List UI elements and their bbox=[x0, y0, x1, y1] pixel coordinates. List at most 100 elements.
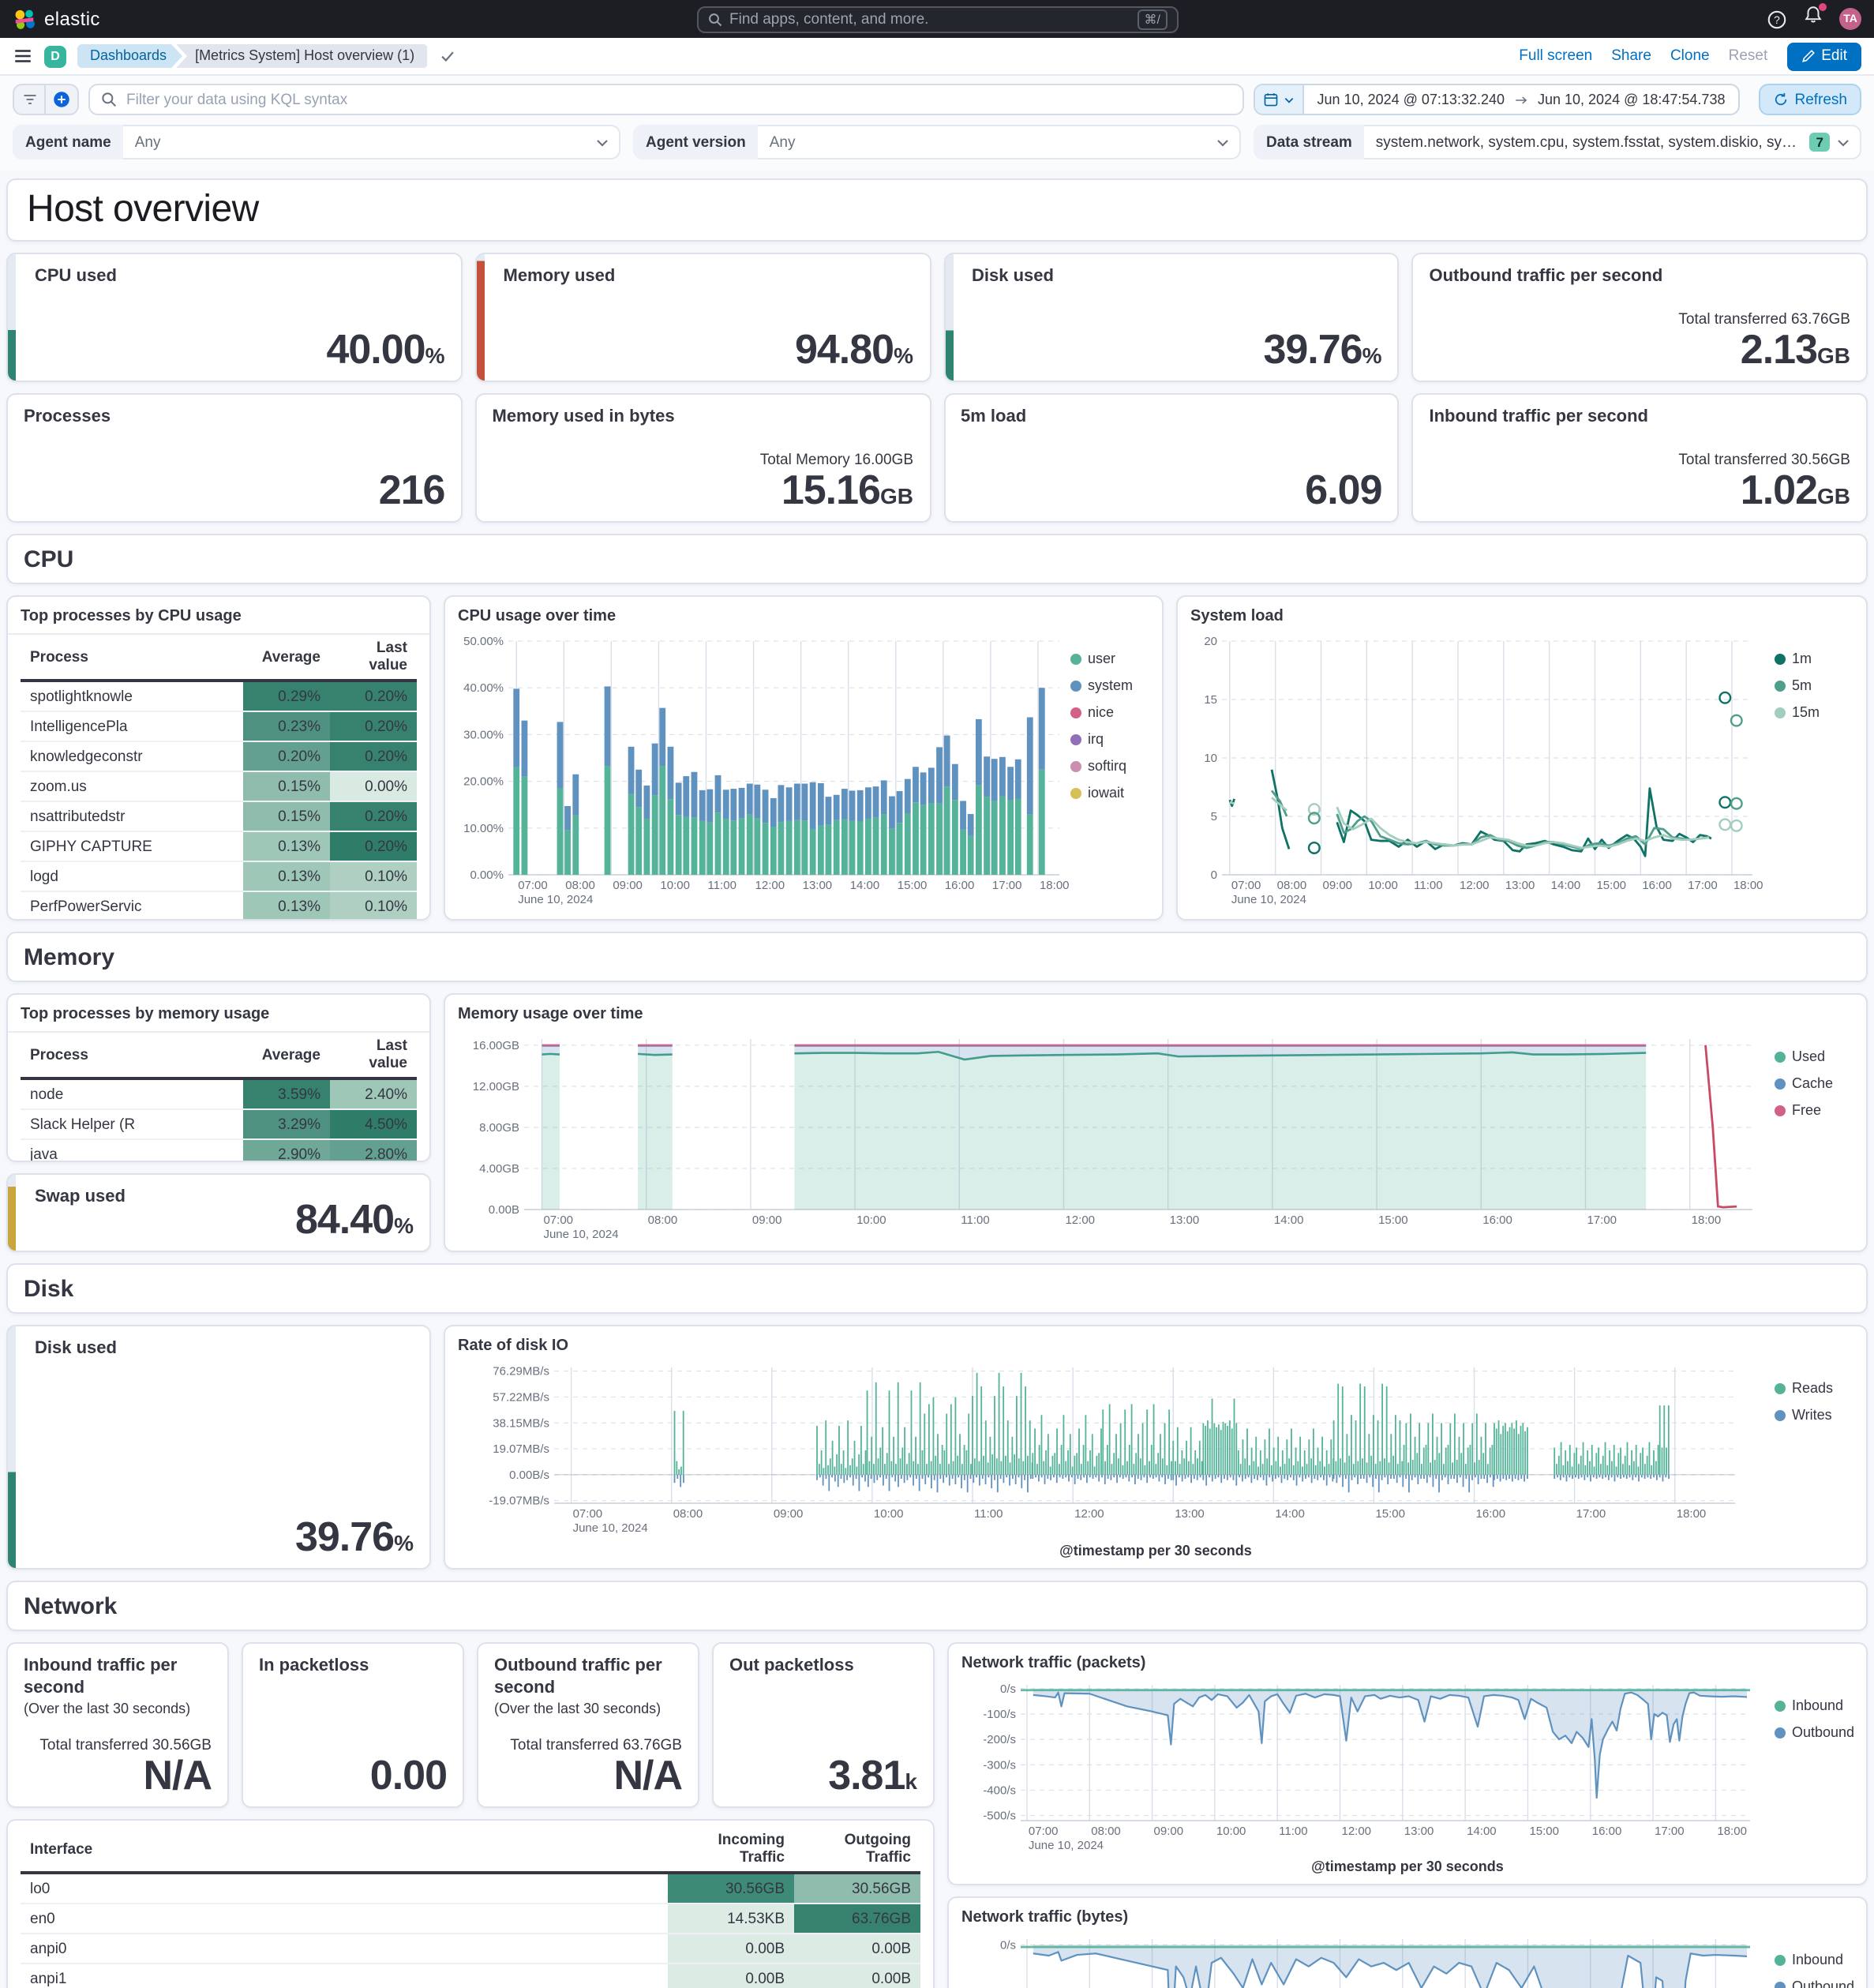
table-row[interactable]: logd 0.13% 0.10% bbox=[21, 861, 417, 892]
date-quick-select-button[interactable] bbox=[1255, 85, 1305, 114]
table-header[interactable]: Process bbox=[21, 1033, 243, 1080]
reset-button[interactable]: Reset bbox=[1729, 47, 1768, 65]
edit-button[interactable]: Edit bbox=[1786, 42, 1861, 70]
table-row[interactable]: knowledgeconstr 0.20% 0.20% bbox=[21, 741, 417, 772]
metric-memory-used[interactable]: Memory used 94.80% bbox=[474, 253, 931, 382]
legend-item[interactable]: iowait bbox=[1070, 785, 1162, 801]
legend-item[interactable]: Inbound bbox=[1775, 1697, 1866, 1713]
legend-item[interactable]: 15m bbox=[1775, 704, 1866, 720]
global-search-input[interactable]: Find apps, content, and more. ⌘/ bbox=[696, 6, 1178, 32]
elastic-brand[interactable]: elastic bbox=[13, 7, 100, 31]
metric-net-inbound[interactable]: Inbound traffic per second (Over the last… bbox=[6, 1642, 229, 1808]
table-header[interactable]: Average bbox=[243, 1033, 330, 1080]
full-screen-button[interactable]: Full screen bbox=[1519, 47, 1592, 65]
help-icon[interactable]: ? bbox=[1767, 9, 1787, 29]
control-data-stream[interactable]: Data stream system.network, system.cpu, … bbox=[1254, 125, 1861, 159]
panel-disk-io-chart[interactable]: Rate of disk IO 07:00 June 10, 2024 08:00 0… bbox=[444, 1325, 1868, 1570]
legend-item[interactable]: Free bbox=[1775, 1102, 1866, 1118]
panel-interfaces-table[interactable]: Interface Incoming Traffic Outgoing Traffi… bbox=[6, 1819, 935, 1988]
chevron-down-icon bbox=[1285, 97, 1294, 103]
date-to[interactable]: Jun 10, 2024 @ 18:47:54.738 bbox=[1538, 92, 1725, 107]
table-header[interactable]: Outgoing Traffic bbox=[794, 1827, 920, 1874]
clone-button[interactable]: Clone bbox=[1670, 47, 1710, 65]
legend-item[interactable]: softirq bbox=[1070, 758, 1162, 774]
table-row[interactable]: zoom.us 0.15% 0.00% bbox=[21, 771, 417, 802]
table-header[interactable]: Incoming Traffic bbox=[668, 1827, 794, 1874]
avg-cell: 0.13% bbox=[243, 831, 330, 862]
metric-memory-bytes[interactable]: Memory used in bytes Total Memory 16.00GB… bbox=[474, 393, 931, 523]
table-row[interactable]: anpi1 0.00B 0.00B bbox=[21, 1964, 920, 1988]
panel-memory-usage-chart[interactable]: Memory usage over time 07:00 June 10, 202… bbox=[444, 993, 1868, 1252]
network-packets-chart[interactable]: 07:00June 10, 202408:00 09:00 10:00 11:00 12… bbox=[949, 1675, 1775, 1859]
dashboard-badge[interactable]: D bbox=[44, 45, 66, 67]
process-name: logd bbox=[21, 861, 243, 892]
metric-swap-used[interactable]: Swap used 84.40% bbox=[6, 1173, 431, 1252]
panel-top-cpu-processes[interactable]: Top processes by CPU usage Process Averag… bbox=[6, 595, 431, 921]
table-row[interactable]: java 2.90% 2.80% bbox=[21, 1139, 417, 1161]
metric-processes[interactable]: Processes 216 bbox=[6, 393, 463, 523]
kql-query-input[interactable]: Filter your data using KQL syntax bbox=[88, 84, 1245, 115]
metric-net-outbound[interactable]: Outbound traffic per second (Over the las… bbox=[477, 1642, 699, 1808]
table-header[interactable]: Process bbox=[21, 635, 243, 682]
control-agent-name[interactable]: Agent name Any bbox=[13, 125, 620, 159]
check-icon[interactable] bbox=[438, 47, 455, 65]
legend-item[interactable]: 5m bbox=[1775, 677, 1866, 693]
metric-disk-used[interactable]: Disk used 39.76% bbox=[943, 253, 1400, 382]
table-row[interactable]: IntelligencePla 0.23% 0.20% bbox=[21, 711, 417, 742]
panel-system-load-chart[interactable]: System load 07:00 June 10, 2024 08:00 09:00… bbox=[1176, 595, 1868, 921]
cpu-usage-chart[interactable]: 07:00June 10, 202408:00 09:00 10:00 11:00 12… bbox=[445, 628, 1070, 916]
table-header[interactable]: Interface bbox=[21, 1827, 668, 1874]
user-avatar[interactable]: TA bbox=[1839, 8, 1861, 30]
legend-item[interactable]: user bbox=[1070, 651, 1162, 666]
date-from[interactable]: Jun 10, 2024 @ 07:13:32.240 bbox=[1317, 92, 1505, 107]
legend-item[interactable]: Outbound bbox=[1775, 1724, 1866, 1740]
metric-in-packetloss[interactable]: In packetloss 0.00 bbox=[242, 1642, 464, 1808]
svg-text:17:00: 17:00 bbox=[992, 879, 1022, 892]
memory-usage-chart[interactable]: 07:00June 10, 2024 08:00 09:00 10:00 11:00 12… bbox=[445, 1026, 1775, 1251]
legend-item[interactable]: Reads bbox=[1775, 1380, 1866, 1396]
metric-inbound-traffic[interactable]: Inbound traffic per second Total transfer… bbox=[1411, 393, 1868, 523]
table-row[interactable]: node 3.59% 2.40% bbox=[21, 1078, 417, 1110]
legend-item[interactable]: Inbound bbox=[1775, 1952, 1866, 1967]
table-header[interactable]: Last value bbox=[330, 635, 417, 682]
table-row[interactable]: spotlightknowle 0.29% 0.20% bbox=[21, 681, 417, 712]
table-row[interactable]: GIPHY CAPTURE 0.13% 0.20% bbox=[21, 831, 417, 862]
table-row[interactable]: en0 14.53KB 63.76GB bbox=[21, 1904, 920, 1934]
legend-item[interactable]: irq bbox=[1070, 731, 1162, 747]
date-picker[interactable]: Jun 10, 2024 @ 07:13:32.240 Jun 10, 2024… bbox=[1254, 84, 1740, 115]
disk-io-chart[interactable]: 07:00June 10, 2024 08:00 09:00 10:00 11:00 12… bbox=[445, 1358, 1775, 1541]
control-agent-version[interactable]: Agent version Any bbox=[633, 125, 1241, 159]
metric-outbound-traffic[interactable]: Outbound traffic per second Total transfe… bbox=[1411, 253, 1868, 382]
table-row[interactable]: Slack Helper (R 3.29% 4.50% bbox=[21, 1109, 417, 1140]
panel-network-bytes-chart[interactable]: Network traffic (bytes) 07:00June 10, 20… bbox=[947, 1896, 1868, 1988]
legend-item[interactable]: 1m bbox=[1775, 651, 1866, 666]
panel-cpu-usage-chart[interactable]: CPU usage over time 07:00 June 10, 2024 08… bbox=[444, 595, 1164, 921]
share-button[interactable]: Share bbox=[1611, 47, 1651, 65]
legend-item[interactable]: Writes bbox=[1775, 1407, 1866, 1423]
legend-item[interactable]: system bbox=[1070, 677, 1162, 693]
menu-icon[interactable] bbox=[13, 46, 33, 66]
legend-item[interactable]: Outbound bbox=[1775, 1979, 1866, 1988]
metric-cpu-used[interactable]: CPU used 40.00% bbox=[6, 253, 463, 382]
legend-item[interactable]: Cache bbox=[1775, 1075, 1866, 1091]
metric-5m-load[interactable]: 5m load 6.09 bbox=[943, 393, 1400, 523]
add-filter-button[interactable] bbox=[46, 85, 77, 114]
breadcrumb-dashboards[interactable]: Dashboards bbox=[77, 44, 182, 68]
table-row[interactable]: PerfPowerServic 0.13% 0.10% bbox=[21, 891, 417, 919]
filter-options-button[interactable] bbox=[14, 85, 46, 114]
panel-top-memory-processes[interactable]: Top processes by memory usage Process Ave… bbox=[6, 993, 431, 1162]
metric-out-packetloss[interactable]: Out packetloss 3.81k bbox=[712, 1642, 935, 1808]
table-header[interactable]: Last value bbox=[330, 1033, 417, 1080]
network-bytes-chart[interactable]: 07:00June 10, 202408:0009:0010:0011:0012… bbox=[949, 1930, 1775, 1988]
table-header[interactable]: Average bbox=[243, 635, 330, 682]
metric-disk-used-large[interactable]: Disk used 39.76% bbox=[6, 1325, 431, 1570]
refresh-button[interactable]: Refresh bbox=[1758, 84, 1861, 115]
legend-item[interactable]: Used bbox=[1775, 1048, 1866, 1064]
table-row[interactable]: nsattributedstr 0.15% 0.20% bbox=[21, 801, 417, 832]
legend-item[interactable]: nice bbox=[1070, 704, 1162, 720]
panel-network-packets-chart[interactable]: Network traffic (packets) 07:00 June 10, … bbox=[947, 1642, 1868, 1885]
table-row[interactable]: lo0 30.56GB 30.56GB bbox=[21, 1873, 920, 1904]
notifications-button[interactable] bbox=[1803, 3, 1827, 33]
table-row[interactable]: anpi0 0.00B 0.00B bbox=[21, 1934, 920, 1964]
system-load-chart[interactable]: 07:00June 10, 202408:00 09:00 10:00 11:00 12… bbox=[1178, 628, 1775, 916]
